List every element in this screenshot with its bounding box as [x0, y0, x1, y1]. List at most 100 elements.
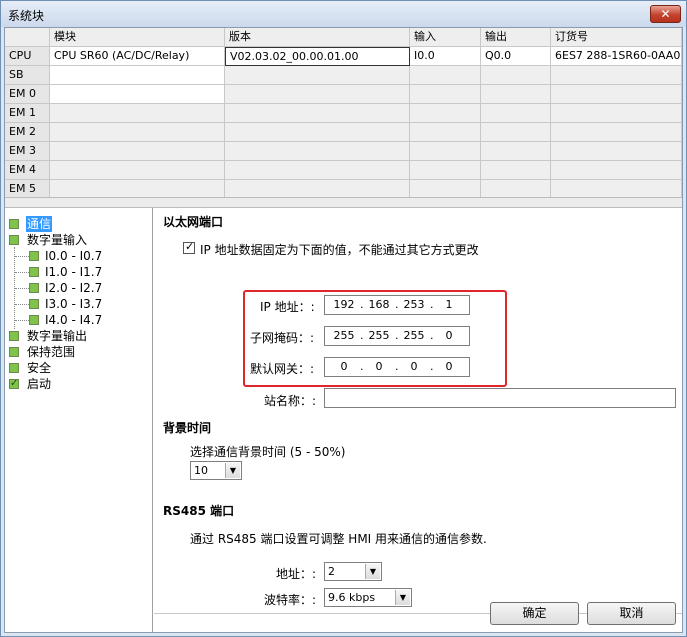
- client-area: 模块 版本 输入 输出 订货号 CPU CPU SR60 (AC/DC/Relay) V02.…: [4, 27, 683, 633]
- tree-line: [15, 256, 29, 257]
- station-name-label: 站名称：:: [264, 394, 317, 408]
- grid-cell[interactable]: [481, 142, 551, 161]
- grid-cell[interactable]: [50, 142, 225, 161]
- grid-cell[interactable]: [410, 85, 481, 104]
- green-status-icon: [9, 331, 19, 341]
- address-value: 2: [328, 565, 335, 578]
- grid-cell[interactable]: [225, 123, 410, 142]
- tree-line: [15, 304, 29, 305]
- ok-button[interactable]: 确定: [490, 602, 579, 625]
- grid-cell[interactable]: [481, 161, 551, 180]
- green-status-icon: [29, 251, 39, 261]
- address-label: 地址：:: [276, 567, 317, 581]
- address-select[interactable]: 2 ▼: [324, 562, 382, 581]
- grid-cell[interactable]: [50, 161, 225, 180]
- green-status-icon: [9, 235, 19, 245]
- grid-cell[interactable]: [551, 85, 682, 104]
- grid-cell[interactable]: [225, 85, 410, 104]
- station-name-input[interactable]: [324, 388, 676, 408]
- grid-cell[interactable]: [551, 66, 682, 85]
- dropdown-arrow-icon: ▼: [225, 463, 240, 478]
- grid-row-header: SB: [5, 66, 50, 85]
- grid-cell[interactable]: [551, 142, 682, 161]
- grid-column-header: [5, 28, 50, 47]
- rs485-heading: RS485 端口: [163, 504, 235, 518]
- green-status-icon: [29, 299, 39, 309]
- gateway-dot: .: [395, 360, 399, 373]
- subnet-mask-field[interactable]: 255 . 255 . 255 . 0: [324, 326, 470, 346]
- mask-octet: 255: [333, 329, 355, 342]
- grid-cell[interactable]: 6ES7 288-1SR60-0AA0: [551, 47, 682, 66]
- grid-cell[interactable]: [225, 104, 410, 123]
- grid-cell[interactable]: [410, 104, 481, 123]
- grid-cell[interactable]: [50, 104, 225, 123]
- grid-cell[interactable]: [551, 161, 682, 180]
- tree-item-label: I2.0 - I2.7: [45, 281, 103, 295]
- tree-line: [15, 272, 29, 273]
- grid-cell[interactable]: [225, 142, 410, 161]
- green-status-icon: [9, 363, 19, 373]
- grid-column-header: 输出: [481, 28, 551, 47]
- tree-item-label: 安全: [27, 361, 52, 375]
- grid-cell[interactable]: V02.03.02_00.00.01.00: [225, 47, 410, 66]
- tree-item-label: 保持范围: [27, 345, 76, 359]
- grid-cell[interactable]: Q0.0: [481, 47, 551, 66]
- splitter[interactable]: [5, 197, 682, 208]
- grid-cell[interactable]: [50, 85, 225, 104]
- grid-cell[interactable]: [410, 161, 481, 180]
- grid-cell[interactable]: [551, 123, 682, 142]
- ip-dot: .: [395, 298, 399, 311]
- grid-cell[interactable]: [50, 66, 225, 85]
- grid-cell[interactable]: [225, 66, 410, 85]
- ip-octet: 192: [333, 298, 355, 311]
- background-time-value: 10: [194, 464, 208, 477]
- grid-cell[interactable]: I0.0: [410, 47, 481, 66]
- gateway-dot: .: [430, 360, 434, 373]
- grid-row-header: EM 3: [5, 142, 50, 161]
- settings-panel: 以太网端口 IP 地址数据固定为下面的值，不能通过其它方式更改 IP 地址：: …: [154, 208, 682, 632]
- gateway-octet: 0: [410, 360, 418, 373]
- background-time-select[interactable]: 10 ▼: [190, 461, 242, 480]
- window-title: 系统块: [8, 9, 45, 23]
- baud-rate-select[interactable]: 9.6 kbps ▼: [324, 588, 412, 607]
- ip-octet: 253: [403, 298, 425, 311]
- mask-octet: 255: [403, 329, 425, 342]
- grid-row-header: CPU: [5, 47, 50, 66]
- grid-row-header: EM 4: [5, 161, 50, 180]
- gateway-octet: 0: [445, 360, 453, 373]
- title-bar[interactable]: 系统块 ✕: [1, 1, 686, 27]
- grid-cell[interactable]: [481, 104, 551, 123]
- grid-cell[interactable]: [551, 104, 682, 123]
- ip-octet: 168: [368, 298, 390, 311]
- grid-cell[interactable]: [410, 142, 481, 161]
- rs485-description: 通过 RS485 端口设置可调整 HMI 用来通信的通信参数.: [190, 532, 487, 546]
- green-status-icon: [9, 347, 19, 357]
- check-status-icon: [9, 376, 19, 392]
- green-status-icon: [29, 267, 39, 277]
- close-button[interactable]: ✕: [650, 5, 681, 23]
- grid-cell[interactable]: [481, 123, 551, 142]
- tree-item-label: I0.0 - I0.7: [45, 249, 103, 263]
- tree-line: [15, 288, 29, 289]
- fixed-ip-checkbox[interactable]: [183, 240, 195, 254]
- fixed-ip-label: IP 地址数据固定为下面的值，不能通过其它方式更改: [200, 243, 479, 257]
- grid-cell[interactable]: [410, 66, 481, 85]
- cancel-button[interactable]: 取消: [587, 602, 676, 625]
- baud-rate-value: 9.6 kbps: [328, 591, 376, 604]
- grid-cell[interactable]: [50, 123, 225, 142]
- tree-item-label: I4.0 - I4.7: [45, 313, 103, 327]
- mask-octet: 0: [445, 329, 453, 342]
- grid-cell[interactable]: [410, 123, 481, 142]
- grid-column-header: 版本: [225, 28, 410, 47]
- grid-cell[interactable]: [481, 85, 551, 104]
- ip-address-field[interactable]: 192 . 168 . 253 . 1: [324, 295, 470, 315]
- system-block-window: 系统块 ✕ 模块 版本 输入 输出 订货号 CPU CPU SR60 (AC/DC/Rela…: [0, 0, 687, 637]
- gateway-field[interactable]: 0 . 0 . 0 . 0: [324, 357, 470, 377]
- green-status-icon: [29, 283, 39, 293]
- tree-item-label: I1.0 - I1.7: [45, 265, 103, 279]
- grid-cell[interactable]: CPU SR60 (AC/DC/Relay): [50, 47, 225, 66]
- category-tree: 通信 数字量输入 I0.0 - I0.7 I1.0 - I1.7 I2.0 - …: [5, 208, 153, 632]
- gateway-dot: .: [360, 360, 364, 373]
- grid-cell[interactable]: [481, 66, 551, 85]
- grid-cell[interactable]: [225, 161, 410, 180]
